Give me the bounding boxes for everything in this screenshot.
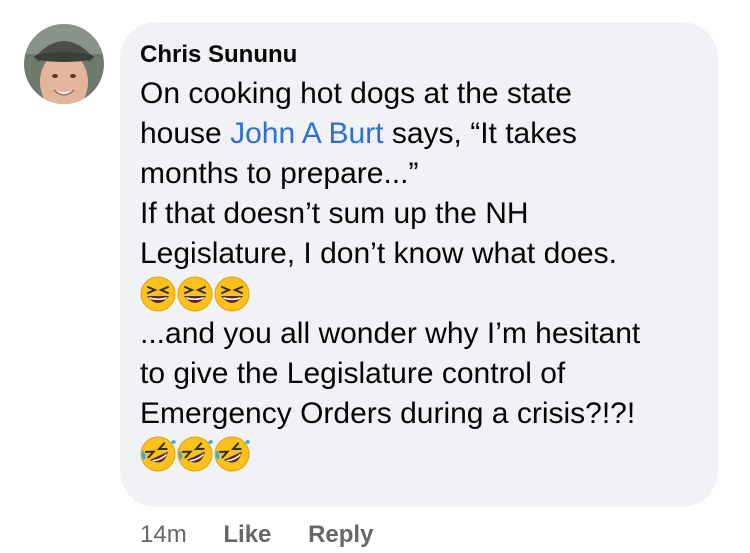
emoji-row bbox=[140, 274, 700, 314]
comment-actions: 14m Like Reply bbox=[140, 520, 403, 550]
avatar-photo bbox=[24, 24, 104, 104]
comment-line: Emergency Orders during a crisis?!?! bbox=[140, 397, 636, 430]
grinning-squinting-face-icon bbox=[177, 276, 213, 312]
rolling-on-floor-laughing-icon bbox=[177, 436, 213, 472]
comment-line: If that doesn’t sum up the NH bbox=[140, 197, 529, 230]
avatar[interactable] bbox=[24, 24, 104, 104]
comment-line: to give the Legislature control of bbox=[140, 357, 566, 390]
mention-link[interactable]: John A Burt bbox=[230, 117, 383, 150]
grinning-squinting-face-icon bbox=[140, 276, 176, 312]
rolling-on-floor-laughing-icon bbox=[140, 436, 176, 472]
comment-container: Chris Sununu On cooking hot dogs at the … bbox=[0, 0, 750, 553]
reply-button[interactable]: Reply bbox=[308, 521, 373, 548]
comment-line: months to prepare...” bbox=[140, 157, 419, 190]
comment-line: ...and you all wonder why I’m hesitant bbox=[140, 317, 641, 350]
comment-line: On cooking hot dogs at the state bbox=[140, 77, 572, 110]
like-button[interactable]: Like bbox=[223, 521, 271, 548]
comment-text: says, “It takes bbox=[383, 117, 577, 150]
comment-text: house bbox=[140, 117, 231, 150]
comment-body: On cooking hot dogs at the state house J… bbox=[140, 74, 700, 474]
comment-line: Legislature, I don’t know what does. bbox=[140, 237, 617, 270]
grinning-squinting-face-icon bbox=[214, 276, 250, 312]
comment-line: house John A Burt says, “It takes bbox=[140, 114, 700, 154]
comment-timestamp[interactable]: 14m bbox=[140, 521, 187, 548]
comment-author[interactable]: Chris Sununu bbox=[140, 40, 297, 70]
rolling-on-floor-laughing-icon bbox=[214, 436, 250, 472]
emoji-row bbox=[140, 434, 700, 474]
